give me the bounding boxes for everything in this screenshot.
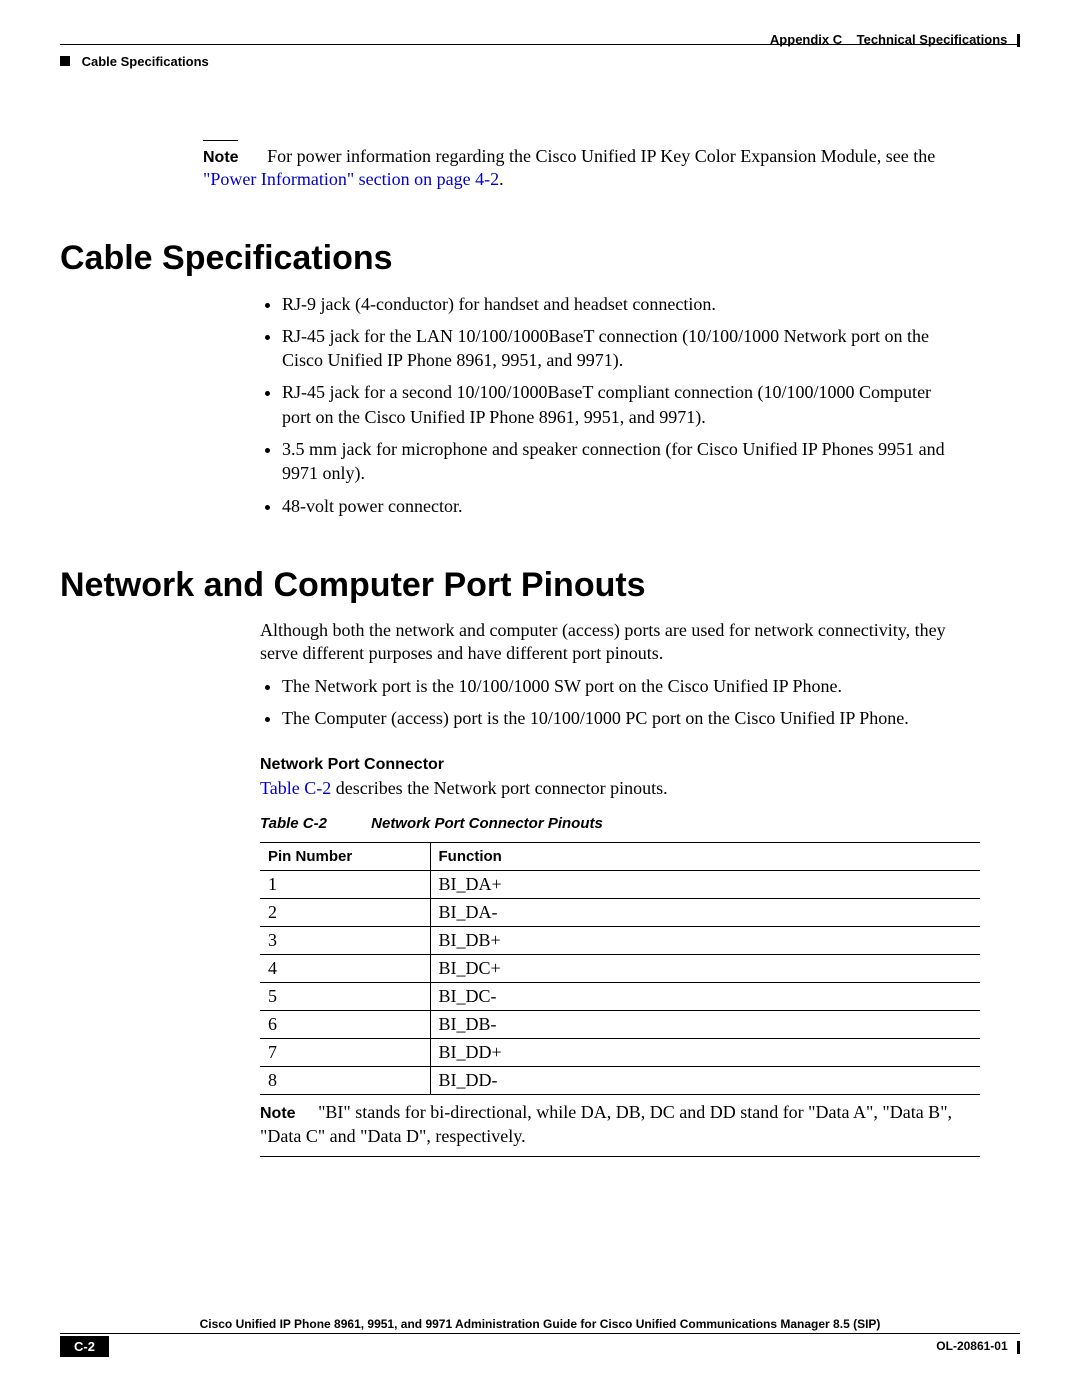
section-marker-icon bbox=[60, 56, 70, 66]
table-desc-suffix: describes the Network port connector pin… bbox=[331, 778, 667, 798]
th-function: Function bbox=[430, 843, 980, 871]
cable-bullets: RJ-9 jack (4-conductor) for handset and … bbox=[260, 292, 960, 518]
page-footer: Cisco Unified IP Phone 8961, 9951, and 9… bbox=[60, 1317, 1020, 1357]
table-description: Table C-2 describes the Network port con… bbox=[260, 778, 960, 799]
list-item: The Computer (access) port is the 10/100… bbox=[282, 706, 960, 730]
header-separator-icon bbox=[1017, 34, 1020, 47]
table-caption-title: Network Port Connector Pinouts bbox=[371, 815, 603, 832]
table-row: 2BI_DA- bbox=[260, 899, 980, 927]
table-row: 6BI_DB- bbox=[260, 1011, 980, 1039]
footer-separator-icon bbox=[1017, 1341, 1020, 1354]
table-ref-link[interactable]: Table C-2 bbox=[260, 778, 331, 798]
table-row: 7BI_DD+ bbox=[260, 1039, 980, 1067]
header-appendix: Appendix C Technical Specifications bbox=[770, 32, 1020, 47]
table-note-text: "BI" stands for bi-directional, while DA… bbox=[260, 1102, 952, 1146]
note-block: Note For power information regarding the… bbox=[203, 145, 960, 191]
page-number: C-2 bbox=[60, 1336, 109, 1357]
pinouts-bullets: The Network port is the 10/100/1000 SW p… bbox=[260, 674, 960, 731]
table-row: 1BI_DA+ bbox=[260, 871, 980, 899]
list-item: RJ-45 jack for a second 10/100/1000BaseT… bbox=[282, 380, 960, 429]
section-label: Cable Specifications bbox=[82, 54, 209, 69]
table-note-label: Note bbox=[260, 1105, 296, 1122]
header-title: Technical Specifications bbox=[857, 32, 1008, 47]
table-row: 5BI_DC- bbox=[260, 983, 980, 1011]
table-row: 8BI_DD- bbox=[260, 1067, 980, 1095]
heading-pinouts: Network and Computer Port Pinouts bbox=[60, 566, 1020, 605]
list-item: The Network port is the 10/100/1000 SW p… bbox=[282, 674, 960, 698]
table-number: Table C-2 bbox=[260, 815, 327, 832]
table-row: 3BI_DB+ bbox=[260, 927, 980, 955]
header-section: Cable Specifications bbox=[60, 54, 209, 69]
heading-cable-specs: Cable Specifications bbox=[60, 239, 1020, 278]
note-trailing: . bbox=[499, 169, 504, 189]
footer-doc-id: OL-20861-01 bbox=[936, 1339, 1020, 1353]
list-item: 48-volt power connector. bbox=[282, 494, 960, 518]
footer-title: Cisco Unified IP Phone 8961, 9951, and 9… bbox=[60, 1317, 1020, 1334]
table-caption: Table C-2 Network Port Connector Pinouts bbox=[260, 815, 1020, 832]
subhead-network-port: Network Port Connector bbox=[260, 756, 1020, 774]
list-item: 3.5 mm jack for microphone and speaker c… bbox=[282, 437, 960, 486]
list-item: RJ-9 jack (4-conductor) for handset and … bbox=[282, 292, 960, 316]
list-item: RJ-45 jack for the LAN 10/100/1000BaseT … bbox=[282, 324, 960, 373]
table-note: Note "BI" stands for bi-directional, whi… bbox=[260, 1101, 980, 1157]
appendix-label: Appendix C bbox=[770, 32, 842, 47]
note-text-before: For power information regarding the Cisc… bbox=[267, 146, 935, 166]
table-row: 4BI_DC+ bbox=[260, 955, 980, 983]
th-pin: Pin Number bbox=[260, 843, 430, 871]
power-info-link[interactable]: "Power Information" section on page 4-2 bbox=[203, 169, 499, 189]
pinouts-intro: Although both the network and computer (… bbox=[260, 619, 960, 666]
note-label: Note bbox=[203, 149, 239, 166]
pinout-table: Pin Number Function 1BI_DA+ 2BI_DA- 3BI_… bbox=[260, 842, 980, 1095]
